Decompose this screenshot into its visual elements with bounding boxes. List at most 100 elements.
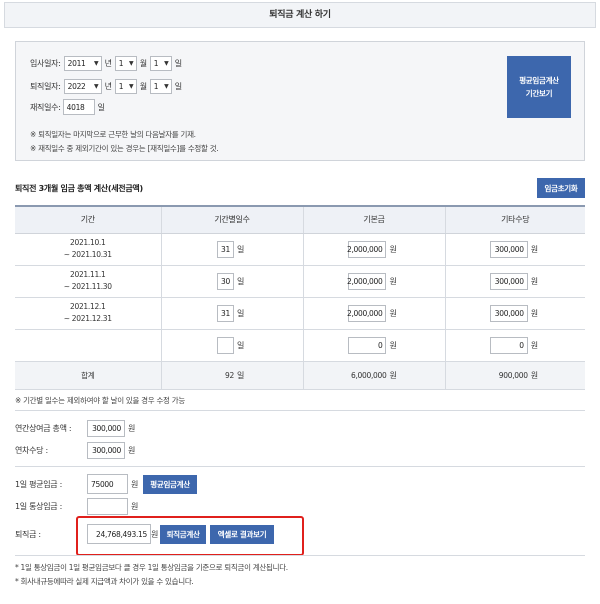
won-unit: 원 [530, 244, 538, 254]
period-to: ~ 2021.12.31 [63, 314, 112, 323]
period-from: 2021.12.1 [70, 302, 106, 311]
base-pay-input[interactable]: 2,000,000 [347, 272, 387, 290]
leave-date-row: 퇴직일자: 2022 ▼ 년 1 ▼ 월 1 ▼ 일 [30, 79, 185, 94]
leave-day-select[interactable]: 1 ▼ [149, 79, 172, 94]
days-unit: 일 [236, 276, 245, 286]
column-header-period: 기간 [15, 205, 161, 234]
won-unit: 원 [530, 370, 538, 380]
view-excel-result-button[interactable]: 엑셀로 결과보기 [210, 524, 275, 544]
wage-section-title: 퇴직전 3개월 임금 총액 계산(세전금액) [15, 184, 143, 193]
average-wage-label: 1일 평균임금 : [15, 479, 62, 489]
total-base-pay: 6,000,000 [350, 370, 387, 380]
allowance-input[interactable]: 300,000 [489, 272, 528, 290]
base-pay-input[interactable]: 0 [348, 336, 387, 354]
view-average-period-button[interactable]: 평균임금계산 기간보기 [507, 56, 571, 118]
month-unit: 월 [139, 82, 147, 91]
reset-wages-button[interactable]: 임금초기화 [537, 178, 585, 198]
join-day-select[interactable]: 1 ▼ [149, 56, 172, 71]
result-note-2: * 회사내규등에따라 실제 지급액과 차이가 있을 수 있습니다. [15, 577, 194, 586]
divider [15, 466, 585, 467]
chevron-down-icon: ▼ [164, 60, 169, 67]
period-to: ~ 2021.11.30 [63, 282, 112, 291]
severance-result-input[interactable]: 24,768,493.15 [87, 524, 151, 544]
join-date-label: 입사일자: [30, 59, 61, 68]
annual-bonus-row: 연간상여금 총액 : 300,000 원 [15, 420, 138, 437]
calculate-severance-button[interactable]: 퇴직금계산 [160, 524, 207, 544]
average-wage-row: 1일 평균임금 : 75000 원 평균임금계산 [15, 474, 198, 494]
days-unit: 일 [97, 102, 105, 112]
calculate-average-wage-button[interactable]: 평균임금계산 [143, 474, 198, 494]
join-year-select[interactable]: 2011 ▼ [63, 56, 102, 71]
allowance-cell: 300,000 원 [444, 297, 585, 330]
won-unit: 원 [389, 244, 397, 254]
days-input[interactable] [216, 336, 234, 354]
days-cell: 31 일 [160, 233, 303, 266]
total-allowance: 900,000 [498, 370, 528, 380]
annual-bonus-input[interactable]: 300,000 [87, 420, 125, 437]
service-days-input[interactable]: 4018 [62, 99, 95, 115]
chevron-down-icon: ▼ [93, 60, 99, 67]
won-unit: 원 [530, 308, 538, 318]
period-to: ~ 2021.10.31 [63, 250, 112, 259]
join-date-row: 입사일자: 2011 ▼ 년 1 ▼ 월 1 ▼ 일 [30, 56, 185, 71]
total-days-cell: 92 일 [160, 361, 303, 390]
date-note-1: ※ 퇴직일자는 마지막으로 근무한 날의 다음날자를 기재. [30, 130, 196, 139]
period-from: 2021.11.1 [70, 270, 106, 279]
chevron-down-icon: ▼ [164, 83, 169, 90]
column-header-base-pay: 기본금 [302, 205, 445, 234]
period-from: 2021.10.1 [70, 238, 106, 247]
won-unit: 원 [530, 276, 538, 286]
leave-year-select[interactable]: 2022 ▼ [63, 79, 102, 94]
period-cell: 2021.10.1 ~ 2021.10.31 [15, 233, 161, 266]
allowance-cell: 0원 [444, 329, 585, 362]
days-unit: 일 [236, 370, 245, 380]
days-input[interactable]: 30 [216, 272, 234, 290]
average-wage-input[interactable]: 75000 [87, 474, 128, 494]
table-row: 일 0원 0원 [15, 329, 585, 362]
column-header-allowance: 기타수당 [444, 205, 585, 234]
divider [15, 555, 585, 556]
column-header-days: 기간별일수 [160, 205, 303, 234]
leave-date-label: 퇴직일자: [30, 82, 61, 91]
won-unit: 원 [131, 479, 139, 489]
month-unit: 월 [139, 59, 147, 68]
wage-table-note: ※ 기간별 일수는 제외하여야 할 날이 있을 경우 수정 가능 [15, 396, 185, 405]
period-cell: 2021.11.1 ~ 2021.11.30 [15, 265, 161, 298]
divider [15, 410, 585, 411]
day-unit: 일 [174, 82, 182, 91]
days-unit: 일 [236, 340, 245, 350]
allowance-input[interactable]: 300,000 [489, 304, 528, 322]
base-pay-cell: 0원 [302, 329, 445, 362]
join-month-select[interactable]: 1 ▼ [114, 56, 137, 71]
severance-row: 퇴직금 : 24,768,493.15 원 퇴직금계산 엑셀로 결과보기 [15, 524, 275, 544]
days-input[interactable]: 31 [216, 304, 234, 322]
base-pay-cell: 2,000,000 원 [302, 297, 445, 330]
result-note-1: * 1일 통상임금이 1일 평균임금보다 클 경우 1일 통상임금을 기준으로 … [15, 563, 288, 572]
annual-leave-allowance-row: 연차수당 : 300,000 원 [15, 442, 138, 459]
won-unit: 원 [128, 446, 136, 455]
allowance-input[interactable]: 0 [489, 336, 528, 354]
service-days-row: 재직일수: 4018 일 [30, 99, 108, 115]
base-pay-input[interactable]: 2,000,000 [347, 240, 387, 258]
leave-month-select[interactable]: 1 ▼ [114, 79, 137, 94]
won-unit: 원 [389, 276, 397, 286]
allowance-cell: 300,000 원 [444, 265, 585, 298]
total-allowance-cell: 900,000 원 [444, 361, 585, 390]
days-unit: 일 [236, 244, 245, 254]
days-input[interactable]: 31 [216, 240, 234, 258]
days-unit: 일 [236, 308, 245, 318]
base-pay-input[interactable]: 2,000,000 [347, 304, 387, 322]
ordinary-wage-row: 1일 통상임금 : 원 [15, 498, 141, 515]
chevron-down-icon: ▼ [129, 60, 134, 67]
wage-table: 기간 기간별일수 기본금 기타수당 2021.10.1 ~ 2021.10.31 … [15, 205, 585, 390]
allowance-input[interactable]: 300,000 [489, 240, 528, 258]
table-row: 2021.10.1 ~ 2021.10.31 31 일 2,000,000 원 300… [15, 233, 585, 266]
table-row: 2021.12.1 ~ 2021.12.31 31 일 2,000,000 원 300… [15, 297, 585, 330]
days-cell: 30 일 [160, 265, 303, 298]
annual-leave-allowance-label: 연차수당 : [15, 446, 48, 455]
service-days-label: 재직일수: [30, 102, 61, 112]
annual-leave-allowance-input[interactable]: 300,000 [87, 442, 125, 459]
days-cell: 31 일 [160, 297, 303, 330]
ordinary-wage-input[interactable] [87, 498, 128, 515]
chevron-down-icon: ▼ [93, 83, 99, 90]
